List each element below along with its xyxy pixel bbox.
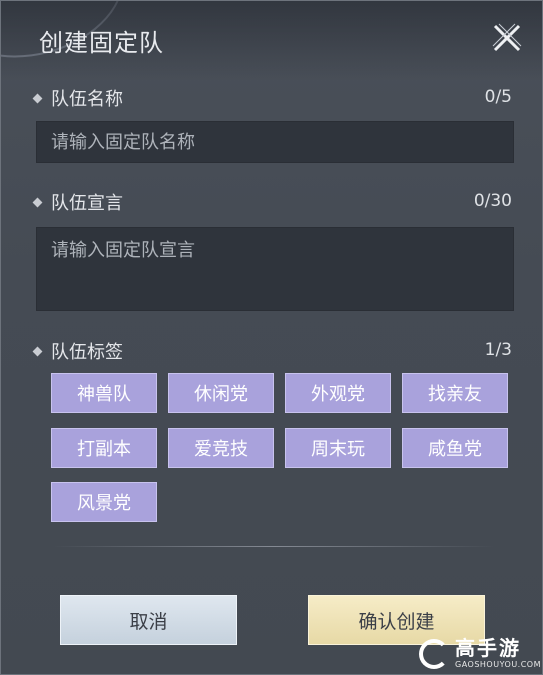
tag-button[interactable]: 打副本 bbox=[51, 428, 157, 468]
diamond-bullet-icon bbox=[32, 346, 43, 356]
close-button[interactable] bbox=[487, 18, 527, 58]
team-tags-label-text: 队伍标签 bbox=[51, 342, 123, 363]
tag-button[interactable]: 外观党 bbox=[285, 373, 391, 413]
create-team-dialog: 创建固定队 队伍名称 0/5 请输入固定队名称 队伍宣言 0/30 请输入固定队… bbox=[0, 0, 543, 675]
tag-button[interactable]: 神兽队 bbox=[51, 373, 157, 413]
dialog-title: 创建固定队 bbox=[39, 29, 164, 57]
tag-button[interactable]: 找亲友 bbox=[402, 373, 508, 413]
diamond-bullet-icon bbox=[32, 93, 43, 103]
tag-button[interactable]: 风景党 bbox=[51, 482, 157, 522]
diamond-bullet-icon bbox=[32, 197, 43, 207]
watermark: 高手游 GAOSHOUYOU.COM bbox=[419, 631, 542, 674]
tag-button[interactable]: 周末玩 bbox=[285, 428, 391, 468]
team-declaration-label: 队伍宣言 bbox=[32, 189, 123, 215]
team-declaration-count: 0/30 bbox=[473, 191, 512, 211]
team-declaration-input[interactable]: 请输入固定队宣言 bbox=[36, 227, 514, 311]
divider bbox=[51, 546, 496, 547]
close-icon bbox=[492, 23, 522, 52]
tag-button[interactable]: 休闲党 bbox=[168, 373, 274, 413]
watermark-en: GAOSHOUYOU.COM bbox=[455, 660, 542, 669]
watermark-cn: 高手游 bbox=[455, 636, 521, 660]
team-name-label: 队伍名称 bbox=[32, 85, 123, 111]
cancel-button[interactable]: 取消 bbox=[60, 595, 237, 645]
watermark-text: 高手游 GAOSHOUYOU.COM bbox=[455, 638, 541, 669]
team-name-label-text: 队伍名称 bbox=[51, 89, 123, 110]
tag-button[interactable]: 咸鱼党 bbox=[402, 428, 508, 468]
team-name-placeholder: 请输入固定队名称 bbox=[51, 132, 195, 153]
tag-button[interactable]: 爱竞技 bbox=[168, 428, 274, 468]
team-tags-count: 1/3 bbox=[484, 340, 512, 360]
team-tags-label: 队伍标签 bbox=[32, 338, 123, 364]
logo-icon bbox=[419, 638, 449, 669]
team-declaration-label-text: 队伍宣言 bbox=[51, 193, 123, 214]
team-name-count: 0/5 bbox=[484, 87, 512, 107]
team-declaration-placeholder: 请输入固定队宣言 bbox=[51, 240, 195, 261]
team-name-input[interactable]: 请输入固定队名称 bbox=[36, 121, 514, 163]
